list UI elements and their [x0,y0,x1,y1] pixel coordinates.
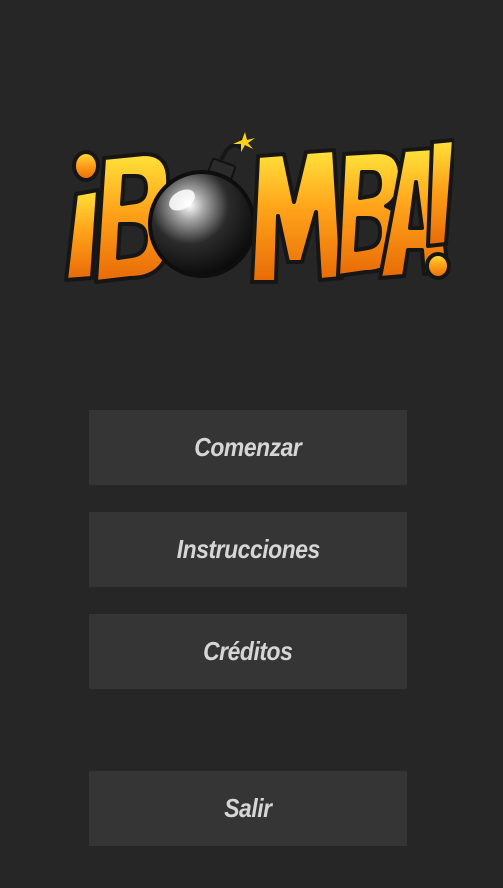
exit-button[interactable]: Salir [89,771,407,846]
start-button[interactable]: Comenzar [89,410,407,485]
credits-button-label: Créditos [203,636,293,666]
app-logo [52,132,454,290]
logo-inverted-exclamation [64,150,100,282]
instructions-button-label: Instrucciones [176,534,320,564]
credits-button[interactable]: Créditos [89,614,407,689]
start-button-label: Comenzar [194,432,302,462]
logo-exclamation [425,138,454,280]
logo-letter-m [250,148,344,284]
instructions-button[interactable]: Instrucciones [89,512,407,587]
bomb-icon [148,132,256,278]
main-menu-screen: Comenzar Instrucciones Créditos Salir [0,0,503,888]
exit-button-label: Salir [224,793,272,823]
